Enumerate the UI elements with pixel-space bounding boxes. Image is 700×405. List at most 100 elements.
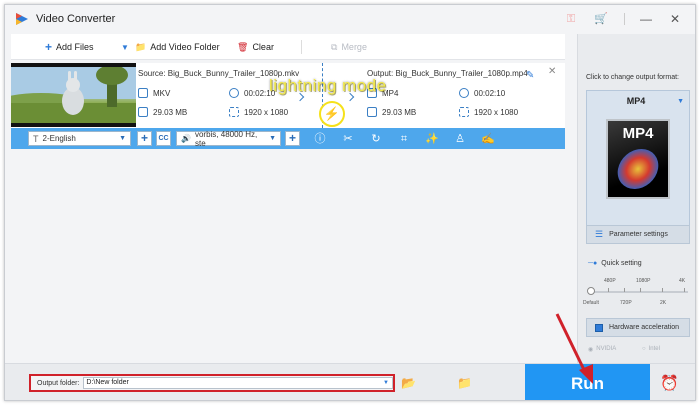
minimize-button[interactable]: — [638, 11, 654, 27]
add-files-dropdown[interactable]: ▼ [121, 40, 129, 54]
folder-plus-icon: 📁 [135, 41, 147, 52]
cut-icon[interactable]: ✂ [341, 132, 355, 146]
window-title: Video Converter [36, 13, 116, 25]
source-size-value: 29.03 MB [153, 107, 188, 117]
lightning-icon: ⚡ [323, 106, 341, 121]
output-folder-value: D:\New folder [86, 379, 129, 386]
subtitle-select[interactable]: T 2-English ▼ [28, 131, 131, 146]
slider-label-720p: 720P [620, 300, 632, 306]
rotate-icon[interactable]: ↻ [369, 132, 383, 146]
toolbar-divider [301, 40, 302, 54]
hardware-acceleration-label: Hardware acceleration [609, 324, 680, 331]
slider-tick [684, 288, 685, 292]
add-video-folder-label: Add Video Folder [150, 42, 220, 52]
merge-icon: ⧉ [331, 41, 338, 52]
intel-label: Intel [648, 346, 660, 352]
output-format-selector[interactable]: MP4 ▼ MP4 [586, 90, 690, 230]
output-size: 29.03 MB [367, 107, 416, 117]
output-resolution-value: 1920 x 1080 [474, 107, 519, 117]
quality-slider-track[interactable] [590, 291, 688, 293]
output-folder-input[interactable]: D:\New folder ▼ [83, 377, 393, 389]
audio-track-select[interactable]: 🔊 vorbis, 48000 Hz, ste ▼ [176, 129, 281, 148]
merge-button[interactable]: ⧉ Merge [331, 40, 367, 54]
crop-icon[interactable]: ⌗ [397, 132, 411, 146]
watermark-icon[interactable]: ♙ [453, 132, 467, 146]
app-logo-icon [16, 13, 28, 25]
clear-button[interactable]: 🗑 Clear [237, 40, 274, 54]
plus-icon: + [45, 40, 53, 54]
effects-wand-icon[interactable]: ✨ [425, 132, 439, 146]
output-size-value: 29.03 MB [382, 107, 417, 117]
film-reel-icon [614, 149, 662, 189]
slider-tick [624, 288, 625, 292]
folder-icon [138, 107, 148, 117]
speaker-icon: 🔊 [181, 134, 191, 143]
trash-icon: 🗑 [237, 41, 249, 52]
task-area: + Add Files ▼ 📁 Add Video Folder 🗑 Clear… [11, 34, 565, 363]
caret-down-icon: ▼ [121, 42, 129, 52]
output-duration: 00:02:10 [459, 88, 505, 98]
clear-label: Clear [252, 42, 274, 52]
audio-track-value: vorbis, 48000 Hz, ste [194, 129, 258, 148]
format-hint: Click to change output format: [586, 74, 679, 81]
main-toolbar: + Add Files ▼ 📁 Add Video Folder 🗑 Clear… [11, 34, 565, 60]
edit-toolbar: T 2-English ▼ + CC 🔊 vorbis, 48000 Hz, s… [11, 128, 565, 149]
source-resolution: 1920 x 1080 [229, 107, 288, 117]
slider-label-1080p: 1080P [636, 278, 651, 284]
mp4-format-icon: MP4 [606, 119, 670, 199]
sliders-icon: ☰ [595, 229, 604, 239]
slider-tick [662, 288, 663, 292]
edit-output-name-icon[interactable]: ✎ [526, 70, 534, 81]
key-icon[interactable]: ⚿ [564, 12, 578, 26]
add-files-button[interactable]: + Add Files [45, 40, 94, 54]
source-format-value: MKV [153, 88, 171, 98]
cart-icon[interactable]: 🛒 [594, 12, 608, 26]
quick-setting-label-row: ─● Quick setting [588, 260, 642, 267]
format-badge: MP4 [622, 125, 654, 142]
resolution-icon [459, 107, 469, 117]
open-output-folder-icon[interactable]: 📁 [457, 377, 472, 389]
alarm-clock-icon[interactable]: ⏰ [660, 374, 679, 392]
source-format: MKV [138, 88, 170, 98]
video-thumbnail [11, 63, 136, 127]
slider-label-4k: 4K [679, 278, 686, 284]
source-resolution-value: 1920 x 1080 [244, 107, 289, 117]
add-audio-button[interactable]: + [285, 131, 300, 146]
cc-button[interactable]: CC [156, 131, 171, 146]
info-icon[interactable]: ⓘ [313, 132, 327, 146]
slider-label-480p: 480P [604, 278, 616, 284]
chevron-down-icon[interactable]: ▼ [383, 378, 389, 388]
quality-slider-knob[interactable] [587, 287, 595, 295]
close-window-button[interactable]: ✕ [667, 11, 683, 27]
title-divider [624, 13, 625, 25]
parameter-settings-button[interactable]: ☰ Parameter settings [586, 225, 690, 244]
add-video-folder-button[interactable]: 📁 Add Video Folder [135, 40, 220, 54]
selected-format: MP4 [626, 96, 646, 106]
lightning-mode-button[interactable]: ⚡ [319, 101, 345, 127]
resolution-icon [229, 107, 239, 117]
lightning-mode-annotation: lightning mode [269, 76, 387, 95]
output-duration-value: 00:02:10 [474, 88, 506, 98]
pen-icon[interactable]: ✍ [481, 132, 495, 146]
folder-icon [367, 107, 377, 117]
output-folder-label: Output folder: [37, 379, 80, 387]
add-files-label: Add Files [56, 42, 94, 52]
slider-label-2k: 2K [660, 300, 667, 306]
remove-task-icon[interactable]: ✕ [548, 66, 556, 77]
quick-setting-icon: ─● [588, 260, 598, 267]
clock-icon [229, 88, 239, 98]
add-subtitle-button[interactable]: + [137, 131, 152, 146]
merge-label: Merge [341, 42, 367, 52]
title-bar: Video Converter ⚿ 🛒 — ✕ [5, 5, 695, 34]
slider-label-default: Default [583, 300, 599, 306]
text-icon: T [33, 133, 39, 144]
output-folder-row: Output folder: D:\New folder ▼ [29, 374, 395, 392]
bunny-thumbnail-image [11, 63, 136, 127]
chevron-down-icon: ▼ [269, 135, 276, 142]
chevron-down-icon: ▼ [119, 135, 126, 142]
quick-setting-label: Quick setting [601, 260, 642, 267]
output-resolution: 1920 x 1080 [459, 107, 518, 117]
clock-icon [459, 88, 469, 98]
browse-folder-icon[interactable]: 📂 [401, 377, 416, 389]
slider-tick [640, 288, 641, 292]
